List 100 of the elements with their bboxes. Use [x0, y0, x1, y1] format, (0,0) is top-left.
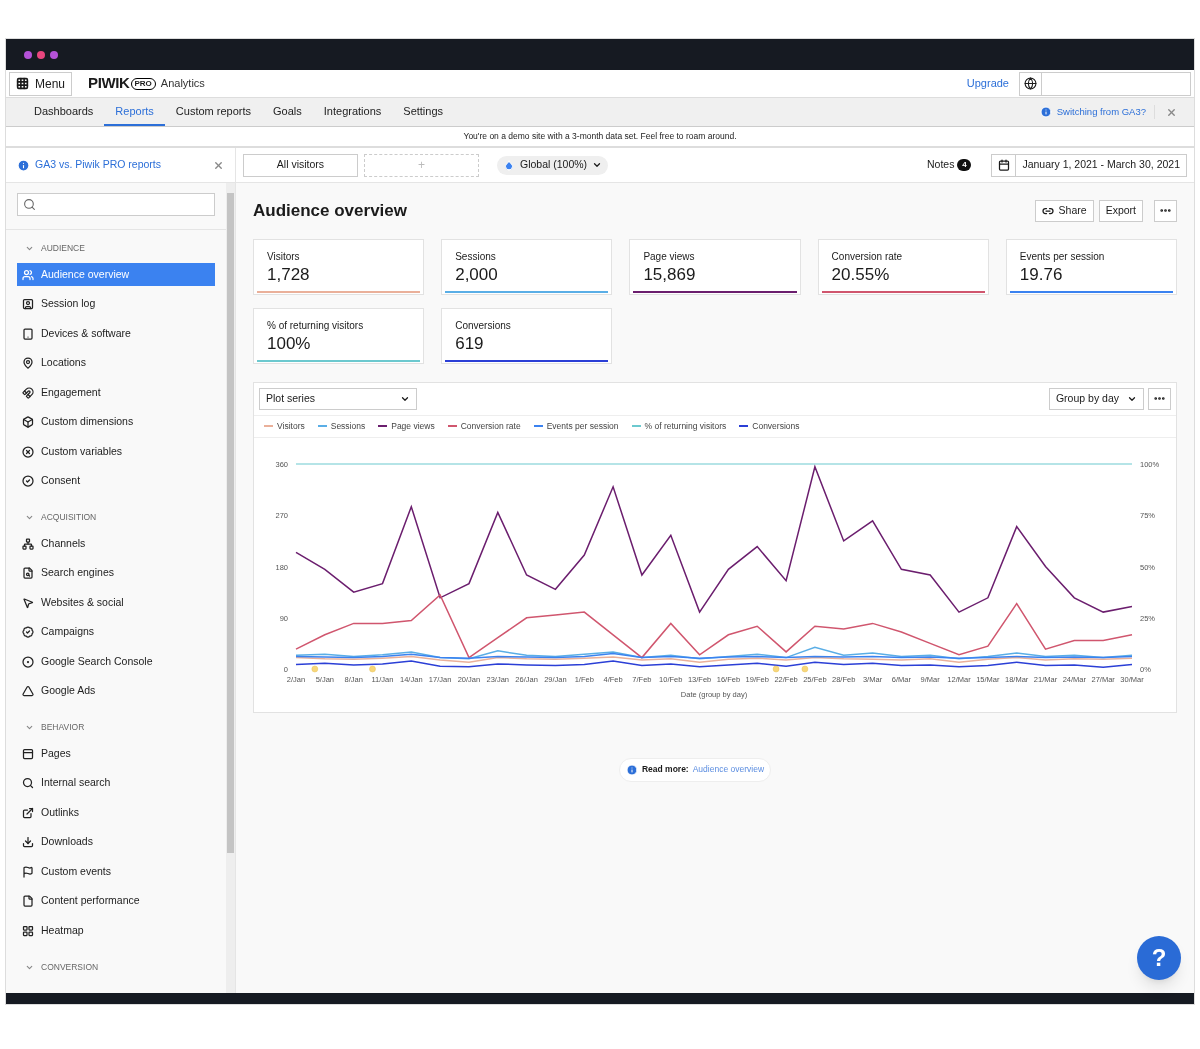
metric-card[interactable]: Sessions 2,000 [441, 238, 613, 295]
sidebar-item[interactable]: Custom dimensions [17, 410, 215, 434]
metric-value: 15,869 [643, 263, 697, 285]
triangle-icon [22, 685, 34, 697]
sidebar-item[interactable]: Devices & software [17, 322, 215, 345]
sidebar-item[interactable]: Pages [17, 742, 215, 765]
metric-value: 1,728 [267, 263, 311, 285]
note-marker[interactable] [772, 665, 780, 672]
sidebar-item[interactable]: Heatmap [17, 919, 215, 942]
metric-value: 2,000 [455, 263, 499, 285]
chevron-icon[interactable] [25, 513, 34, 522]
sidebar-item[interactable]: Websites & social [17, 591, 215, 614]
more-button[interactable] [1154, 199, 1177, 222]
metric-label: Page views [643, 249, 696, 264]
sidebar-item[interactable]: Downloads [17, 830, 215, 854]
sidebar-item[interactable]: Consent [17, 469, 215, 493]
sidebar-item[interactable]: Campaigns [17, 620, 215, 644]
nav-tab[interactable]: Reports [104, 98, 165, 126]
sidebar-item[interactable]: Custom events [17, 860, 215, 883]
group-by-dropdown[interactable]: Group by day [1048, 387, 1144, 410]
metric-label: Events per session [1019, 249, 1106, 264]
notes-count: 4 [957, 159, 972, 171]
sidebar-item[interactable]: Custom variables [17, 440, 215, 463]
note-marker[interactable] [311, 665, 319, 672]
users-icon [22, 268, 34, 281]
date-range-picker[interactable]: January 1, 2021 - March 30, 2021 [991, 153, 1187, 177]
menu-button[interactable]: Menu [9, 71, 73, 96]
nav-tab[interactable]: Settings [392, 98, 455, 126]
note-marker[interactable] [801, 665, 809, 672]
sidebar-item[interactable]: Engagement [17, 381, 215, 404]
more-button[interactable] [1148, 387, 1171, 410]
metric-label: Conversions [455, 318, 512, 333]
sidebar-item[interactable]: Search engines [17, 561, 215, 585]
search-field[interactable] [17, 193, 215, 216]
demo-banner-text: You're on a demo site with a 3-month data set. Feel free to roam around. [463, 130, 737, 143]
sidebar-item[interactable]: Internal search [17, 771, 215, 795]
metric-card[interactable]: Page views 15,869 [629, 238, 801, 295]
globe-icon [1024, 77, 1037, 90]
metric-card[interactable]: Conversion rate 20.55% [817, 238, 989, 295]
check-circle-icon [22, 475, 34, 487]
section-heading: ACQUISITION [41, 511, 97, 524]
x-circle-icon [22, 445, 34, 458]
file-icon [22, 895, 34, 907]
close-icon[interactable] [213, 159, 224, 171]
tablet-icon [22, 327, 34, 340]
plot-series-dropdown[interactable]: Plot series [259, 387, 417, 410]
site-selector[interactable] [1019, 71, 1191, 96]
scrollbar[interactable] [226, 183, 235, 993]
legend-label[interactable]: Visitors [277, 419, 305, 433]
sidebar-item[interactable]: Channels [17, 532, 215, 555]
legend-label[interactable]: % of returning visitors [644, 419, 727, 433]
magnet-icon [22, 386, 34, 399]
legend-label[interactable]: Conversions [752, 419, 800, 433]
date-range-text: January 1, 2021 - March 30, 2021 [1021, 157, 1181, 173]
export-button[interactable]: Export [1098, 199, 1143, 222]
sidebar-item[interactable]: Session log [17, 292, 215, 316]
sidebar-item[interactable]: Audience overview [17, 263, 215, 286]
cube-icon [22, 416, 34, 428]
sidebar-item[interactable]: Locations [17, 351, 215, 375]
chevron-icon[interactable] [25, 244, 34, 253]
calendar-icon [997, 159, 1010, 171]
legend-label[interactable]: Events per session [546, 419, 619, 433]
metric-card[interactable]: Events per session 19.76 [1005, 238, 1177, 295]
info-icon [1039, 106, 1052, 118]
sidebar-item[interactable]: Content performance [17, 889, 215, 913]
segment-button[interactable]: All visitors [243, 153, 358, 177]
section-heading: BEHAVIOR [41, 721, 85, 734]
metric-card[interactable]: Conversions 619 [441, 307, 613, 364]
product-name: Analytics [160, 76, 205, 92]
metric-value: 20.55% [831, 263, 891, 285]
note-marker[interactable] [369, 665, 376, 672]
chevron-icon[interactable] [25, 723, 34, 732]
legend-label[interactable]: Sessions [330, 419, 366, 433]
info-icon [17, 158, 30, 172]
grid-icon [22, 924, 34, 937]
sidebar-item[interactable]: Google Search Console [17, 650, 215, 673]
nav-tab[interactable]: Integrations [312, 98, 393, 126]
legend-label[interactable]: Conversion rate [460, 419, 521, 433]
metric-label: % of returning visitors [267, 318, 365, 333]
scope-dropdown[interactable]: Global (100%) [497, 155, 609, 175]
nav-tab[interactable]: Dashboards [23, 98, 105, 126]
close-icon[interactable] [1166, 106, 1177, 118]
metric-card[interactable]: % of returning visitors 100% [253, 307, 425, 364]
nav-tab[interactable]: Custom reports [164, 98, 263, 126]
help-button[interactable]: ? [1137, 936, 1181, 980]
read-more-link[interactable]: Audience overview [692, 763, 765, 776]
metric-label: Sessions [455, 249, 497, 264]
sidebar-item[interactable]: Outlinks [17, 801, 215, 824]
share-button[interactable]: Share [1034, 199, 1094, 222]
logo-wordmark: PIWIK [88, 73, 130, 94]
metric-value: 100% [267, 332, 312, 354]
metric-label: Visitors [267, 249, 301, 264]
sidebar-item[interactable]: Google Ads [17, 679, 215, 703]
notes-button[interactable]: Notes 4 [926, 157, 972, 173]
help-link[interactable]: Switching from GA3? [1056, 104, 1155, 120]
cursor-icon [22, 596, 34, 609]
legend-label[interactable]: Page views [391, 419, 435, 433]
upgrade-link[interactable]: Upgrade [966, 75, 1009, 92]
nav-tab[interactable]: Goals [262, 98, 313, 126]
metric-card[interactable]: Visitors 1,728 [253, 238, 425, 295]
